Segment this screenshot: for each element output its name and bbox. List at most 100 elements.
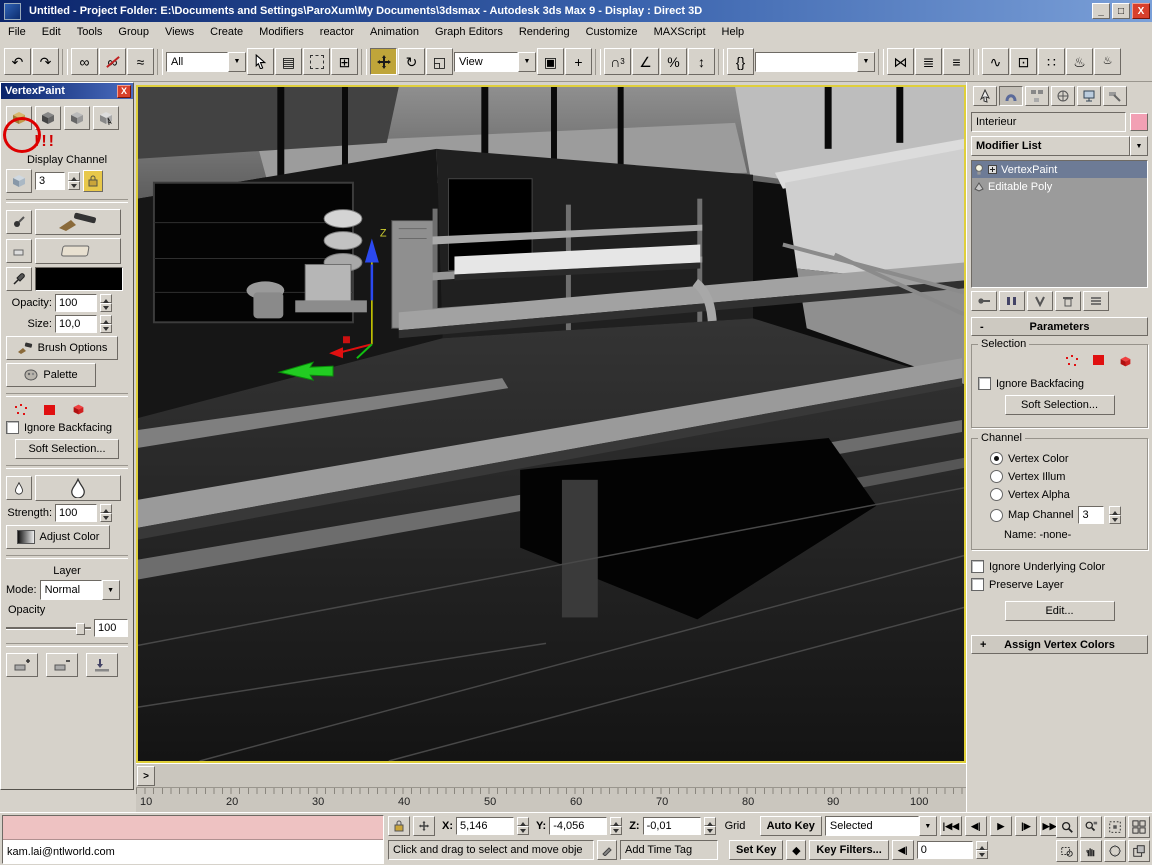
display-channel-field[interactable]: 3	[35, 172, 65, 190]
window-crossing-button[interactable]: ⊞	[331, 48, 358, 75]
previous-frame-button[interactable]: ◀|	[964, 816, 987, 836]
listener-pane[interactable]: kam.lai@ntlworld.com	[3, 840, 383, 863]
layer-opacity-slider[interactable]	[6, 622, 91, 635]
map-channel-spinner[interactable]	[1109, 506, 1122, 524]
vertex-color-off-button[interactable]	[35, 106, 61, 130]
undo-button[interactable]: ↶	[4, 48, 31, 75]
assign-vertex-colors-rollout[interactable]: + Assign Vertex Colors	[971, 635, 1148, 654]
menu-graph-editors[interactable]: Graph Editors	[427, 24, 511, 40]
macro-recorder-pane[interactable]	[3, 816, 383, 840]
snap-toggle-button[interactable]: ∩ 3	[604, 48, 631, 75]
pan-button[interactable]	[1080, 840, 1102, 862]
object-name-field[interactable]: Interieur	[971, 112, 1126, 132]
edit-button[interactable]: Edit...	[1004, 601, 1115, 621]
go-to-start-button[interactable]: |◀◀	[939, 816, 962, 836]
map-channel-field[interactable]: 3	[1078, 506, 1105, 524]
stack-row-editable-poly[interactable]: Editable Poly	[972, 178, 1147, 195]
paint-color-swatch[interactable]	[35, 267, 123, 291]
next-frame-button[interactable]: |▶	[1014, 816, 1037, 836]
arc-rotate-button[interactable]	[1104, 840, 1126, 862]
maxscript-mini-listener[interactable]: kam.lai@ntlworld.com	[2, 815, 384, 864]
edit-named-selections-button[interactable]: {}	[727, 48, 754, 75]
maximize-button[interactable]: □	[1112, 3, 1130, 19]
opacity-field[interactable]: 100	[55, 294, 97, 312]
layer-mode-dropdown[interactable]: Normal ▼	[39, 580, 120, 600]
maximize-viewport-button[interactable]	[1128, 840, 1150, 862]
unlink-button[interactable]: ∞	[99, 48, 126, 75]
brush-options-button[interactable]: Brush Options	[6, 336, 118, 360]
size-spinner[interactable]	[100, 315, 112, 333]
mirror-button[interactable]: ⋈	[887, 48, 914, 75]
object-color-swatch[interactable]	[1130, 113, 1148, 131]
layer-opacity-field[interactable]: 100	[94, 619, 128, 637]
zoom-extents-button[interactable]	[1104, 816, 1126, 838]
selection-set-dropdown[interactable]: Selected ▼	[824, 816, 937, 836]
zoom-extents-all-button[interactable]	[1128, 816, 1150, 838]
palette-button[interactable]: Palette	[6, 363, 96, 387]
angle-snap-button[interactable]: ∠	[632, 48, 659, 75]
play-button[interactable]: ▶	[989, 816, 1012, 836]
key-mode-toggle-button[interactable]: ◀|	[891, 840, 914, 860]
display-channel-spinner[interactable]	[68, 172, 80, 190]
slider-handle[interactable]	[76, 622, 85, 635]
vertex-selection-icon[interactable]	[1065, 355, 1079, 367]
tab-hierarchy[interactable]	[1025, 86, 1049, 106]
mini-curve-editor-button[interactable]: >	[137, 766, 155, 786]
preserve-layer-checkbox[interactable]	[971, 578, 984, 591]
x-spinner[interactable]	[517, 817, 529, 835]
x-coordinate-field[interactable]: 5,146	[456, 817, 514, 835]
key-filter-toggle-button[interactable]: ◆	[786, 840, 807, 860]
adjust-color-button[interactable]: Adjust Color	[6, 525, 110, 549]
select-and-manipulate-button[interactable]: +	[565, 48, 592, 75]
eraser-button[interactable]	[35, 238, 121, 264]
paint-dot-button[interactable]	[6, 210, 32, 234]
vertexpaint-close-button[interactable]: X	[117, 84, 131, 98]
menu-group[interactable]: Group	[110, 24, 157, 40]
menu-create[interactable]: Create	[202, 24, 251, 40]
viewport[interactable]: Z	[136, 85, 966, 763]
blur-brush-button[interactable]	[35, 475, 121, 501]
schematic-view-button[interactable]: ⊡	[1010, 48, 1037, 75]
menu-file[interactable]: File	[0, 24, 34, 40]
lock-channel-button[interactable]	[83, 170, 103, 192]
layer-manager-button[interactable]: ≡	[943, 48, 970, 75]
set-key-button[interactable]: Set Key	[729, 840, 784, 860]
spinner-snap-button[interactable]: ↕	[688, 48, 715, 75]
minimize-button[interactable]: _	[1092, 3, 1110, 19]
absolute-mode-button[interactable]	[413, 816, 435, 836]
title-bar[interactable]: Untitled - Project Folder: E:\Documents …	[0, 0, 1152, 22]
render-setup-button[interactable]: ♨	[1066, 48, 1093, 75]
make-unique-button[interactable]	[1027, 291, 1053, 311]
percent-snap-button[interactable]: %	[660, 48, 687, 75]
align-button[interactable]: ≣	[915, 48, 942, 75]
map-channel-radio[interactable]	[990, 508, 1003, 522]
zoom-all-button[interactable]	[1080, 816, 1102, 838]
selection-filter-dropdown[interactable]: All ▼	[166, 51, 246, 72]
select-and-scale-button[interactable]: ◱	[426, 48, 453, 75]
close-button[interactable]: X	[1132, 3, 1150, 19]
menu-rendering[interactable]: Rendering	[511, 24, 578, 40]
ignore-backfacing-checkbox[interactable]	[978, 377, 991, 390]
vertex-alpha-radio[interactable]	[990, 488, 1003, 501]
y-coordinate-field[interactable]: -4,056	[549, 817, 608, 835]
strength-field[interactable]: 100	[55, 504, 97, 522]
element-selection-icon[interactable]	[71, 403, 86, 416]
tab-create[interactable]	[973, 86, 997, 106]
vertex-selection-icon[interactable]	[14, 403, 28, 416]
dropdown-arrow-icon[interactable]: ▼	[518, 51, 536, 72]
tab-utilities[interactable]	[1103, 86, 1127, 106]
tab-display[interactable]	[1077, 86, 1101, 106]
menu-modifiers[interactable]: Modifiers	[251, 24, 312, 40]
show-end-result-button[interactable]	[999, 291, 1025, 311]
select-and-link-button[interactable]: ∞	[71, 48, 98, 75]
menu-edit[interactable]: Edit	[34, 24, 69, 40]
modifier-list-dropdown[interactable]: Modifier List ▼	[971, 136, 1148, 156]
tab-modify[interactable]	[999, 86, 1023, 106]
soft-selection-button[interactable]: Soft Selection...	[1004, 395, 1115, 415]
menu-maxscript[interactable]: MAXScript	[646, 24, 714, 40]
face-selection-icon[interactable]	[1093, 355, 1104, 365]
use-pivot-center-button[interactable]: ▣	[537, 48, 564, 75]
menu-reactor[interactable]: reactor	[312, 24, 362, 40]
dropdown-arrow-icon[interactable]: ▼	[228, 51, 246, 72]
ignore-backfacing-checkbox[interactable]	[6, 421, 19, 434]
